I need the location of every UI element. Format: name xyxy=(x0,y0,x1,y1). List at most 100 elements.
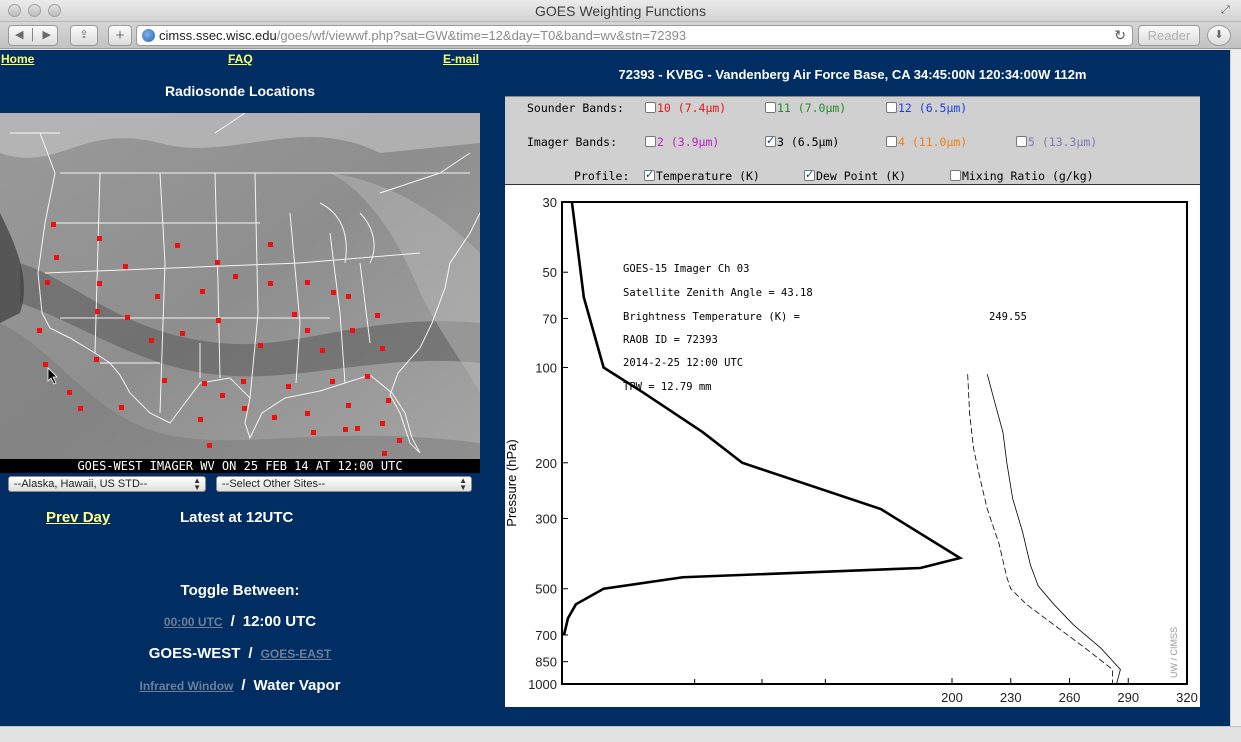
map-caption: GOES-WEST IMAGER WV ON 25 FEB 14 AT 12:0… xyxy=(77,459,402,473)
sounder-band-checkbox[interactable] xyxy=(645,102,656,113)
address-bar[interactable]: cimss.ssec.wisc.edu/goes/wf/viewwf.php?s… xyxy=(136,25,1133,46)
profile-option-0[interactable]: Temperature (K) xyxy=(644,168,760,183)
water-vapor-image: GOES-WEST IMAGER WV ON 25 FEB 14 AT 12:0… xyxy=(0,113,480,473)
y-tick-label: 850 xyxy=(535,655,557,670)
sounder-band-label: 11 (7.0µm) xyxy=(777,101,847,115)
profile-option-checkbox[interactable] xyxy=(950,170,961,181)
other-sites-select[interactable]: --Select Other Sites-- ▲ ▼ xyxy=(216,476,472,492)
globe-icon xyxy=(142,29,155,42)
window-title: GOES Weighting Functions xyxy=(535,3,706,19)
sounder-band-checkbox[interactable] xyxy=(765,102,776,113)
band-current: Water Vapor xyxy=(253,677,341,694)
imager-band-label: 4 (11.0µm) xyxy=(898,135,968,149)
y-tick-label: 70 xyxy=(543,311,557,326)
back-arrow-icon[interactable]: ◀ xyxy=(15,29,23,41)
x-tick-label: 290 xyxy=(1117,690,1139,705)
chart-annotation: 249.55 xyxy=(989,311,1027,323)
x-tick-label: 320 xyxy=(1176,690,1198,705)
url-host: cimss.ssec.wisc.edu xyxy=(159,28,277,43)
chart-watermark: UW / CIMSS xyxy=(1169,627,1179,678)
time-toggle-row: 00:00 UTC / 12:00 UTC xyxy=(0,613,480,631)
x-tick-label: 230 xyxy=(1000,690,1022,705)
separator: / xyxy=(230,613,235,630)
y-tick-label: 50 xyxy=(543,265,557,280)
other-sites-select-value: --Select Other Sites-- xyxy=(222,478,326,490)
downloads-button[interactable]: ⬇ xyxy=(1207,25,1231,46)
satellite-current: GOES-WEST xyxy=(148,645,241,662)
chart-annotation: Satellite Zenith Angle = 43.18 xyxy=(623,287,813,299)
reload-icon[interactable]: ↻ xyxy=(1114,26,1126,45)
time-00utc-link[interactable]: 00:00 UTC xyxy=(164,615,223,629)
share-button[interactable]: ⇪ xyxy=(70,25,98,46)
temperature-line xyxy=(986,374,1121,685)
sounder-label: Sounder Bands: xyxy=(527,101,624,115)
profile-label: Profile: xyxy=(574,169,630,183)
sounder-band-10[interactable]: 10 (7.4µm) xyxy=(645,101,726,115)
x-tick-label: 200 xyxy=(941,690,963,705)
imager-band-4[interactable]: 4 (11.0µm) xyxy=(886,135,967,149)
imager-band-checkbox[interactable] xyxy=(886,136,897,147)
profile-option-checkbox[interactable] xyxy=(804,168,815,181)
profile-option-label: Mixing Ratio (g/kg) xyxy=(962,169,1094,183)
station-title: 72393 - KVBG - Vandenberg Air Force Base… xyxy=(618,67,1087,82)
imager-band-label: 5 (13.3µm) xyxy=(1028,135,1098,149)
x-tick-label: 260 xyxy=(1059,690,1081,705)
select-arrows-icon: ▲ ▼ xyxy=(193,476,201,492)
time-current: 12:00 UTC xyxy=(242,613,317,630)
imager-band-2[interactable]: 2 (3.9µm) xyxy=(645,135,719,149)
vertical-scrollbar[interactable] xyxy=(1230,50,1241,726)
new-tab-button[interactable]: + xyxy=(108,25,132,46)
select-arrows-icon: ▲ ▼ xyxy=(459,476,467,492)
chart-annotation: GOES-15 Imager Ch 03 xyxy=(623,263,749,275)
infrared-window-link[interactable]: Infrared Window xyxy=(139,679,233,693)
band-controls: Sounder Bands: Imager Bands: Profile: 10… xyxy=(505,96,1200,185)
alaska-hawaii-select-value: --Alaska, Hawaii, US STD-- xyxy=(14,478,148,490)
latest-label: Latest at 12UTC xyxy=(180,509,294,526)
y-tick-label: 1000 xyxy=(528,677,557,692)
y-axis-label: Pressure (hPa) xyxy=(505,439,519,526)
reader-button[interactable]: Reader xyxy=(1138,25,1200,46)
toggle-title: Toggle Between: xyxy=(180,582,300,599)
back-forward-buttons[interactable]: ◀ │ ▶ xyxy=(8,25,58,46)
profile-option-label: Dew Point (K) xyxy=(816,169,907,183)
sounder-band-checkbox[interactable] xyxy=(886,102,897,113)
imager-band-3[interactable]: 3 (6.5µm) xyxy=(765,134,840,149)
imager-band-label: 2 (3.9µm) xyxy=(657,135,720,149)
sounder-band-11[interactable]: 11 (7.0µm) xyxy=(765,101,846,115)
sounder-band-12[interactable]: 12 (6.5µm) xyxy=(886,101,967,115)
imager-band-5[interactable]: 5 (13.3µm) xyxy=(1016,135,1097,149)
imager-band-checkbox[interactable] xyxy=(765,134,776,147)
radiosonde-map[interactable]: GOES-WEST IMAGER WV ON 25 FEB 14 AT 12:0… xyxy=(0,113,480,473)
sounder-band-label: 10 (7.4µm) xyxy=(657,101,727,115)
weighting-function-chart: 30 50 70 100 200 300 500 700 850 1000 Pressure (hP… xyxy=(505,195,1198,705)
weighting-function-panel: Sounder Bands: Imager Bands: Profile: 10… xyxy=(505,96,1200,707)
prev-day-link[interactable]: Prev Day xyxy=(46,509,110,526)
window-titlebar: GOES Weighting Functions ⤢ xyxy=(0,0,1241,22)
imager-label: Imager Bands: xyxy=(527,135,618,149)
profile-option-1[interactable]: Dew Point (K) xyxy=(804,168,907,183)
profile-option-checkbox[interactable] xyxy=(644,168,655,181)
chart-annotation: RAOB ID = 72393 xyxy=(623,334,718,346)
imager-band-label: 3 (6.5µm) xyxy=(777,135,840,149)
faq-link[interactable]: FAQ xyxy=(228,52,253,66)
imager-band-checkbox[interactable] xyxy=(1016,136,1027,147)
satellite-toggle-row: GOES-WEST / GOES-EAST xyxy=(0,645,480,663)
chart-annotation: 2014-2-25 12:00 UTC xyxy=(623,357,743,369)
home-link[interactable]: Home xyxy=(1,52,34,66)
email-link[interactable]: E-mail xyxy=(443,52,479,66)
alaska-hawaii-select[interactable]: --Alaska, Hawaii, US STD-- ▲ ▼ xyxy=(8,476,206,492)
plus-icon: + xyxy=(115,27,125,44)
chart-annotation: Brightness Temperature (K) = xyxy=(623,311,800,323)
goes-east-link[interactable]: GOES-EAST xyxy=(261,647,332,661)
fullscreen-icon[interactable]: ⤢ xyxy=(1221,4,1235,18)
status-bar xyxy=(0,726,1241,742)
y-tick-label: 700 xyxy=(535,628,557,643)
radiosonde-title: Radiosonde Locations xyxy=(164,83,316,99)
profile-option-2[interactable]: Mixing Ratio (g/kg) xyxy=(950,169,1094,183)
url-path: /goes/wf/viewwf.php?sat=GW&time=12&day=T… xyxy=(276,28,687,43)
y-tick-label: 30 xyxy=(543,195,557,210)
y-tick-label: 500 xyxy=(535,582,557,597)
imager-band-checkbox[interactable] xyxy=(645,136,656,147)
forward-arrow-icon[interactable]: ▶ xyxy=(43,29,51,41)
sounder-band-label: 12 (6.5µm) xyxy=(898,101,968,115)
